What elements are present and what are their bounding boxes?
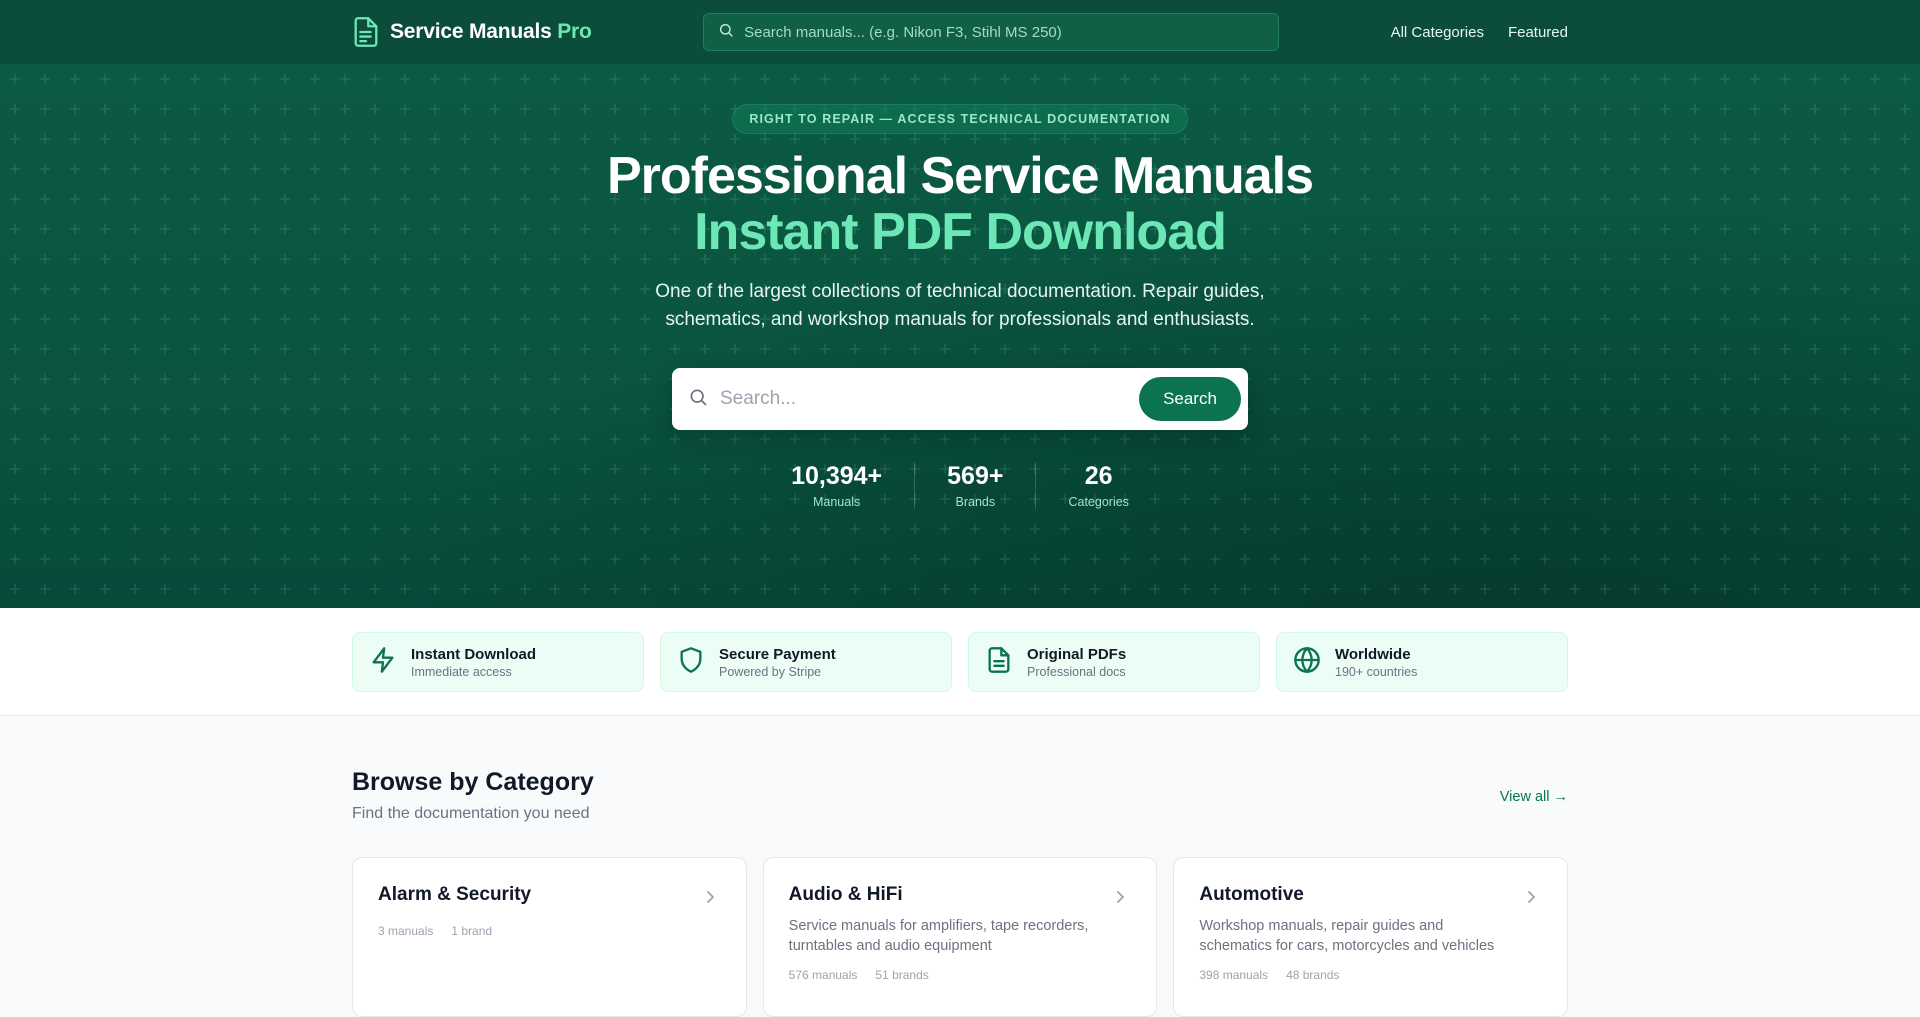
stat-manuals: 10,394+ Manuals	[759, 462, 914, 509]
globe-icon	[1293, 646, 1321, 679]
category-card-automotive[interactable]: Automotive Workshop manuals, repair guid…	[1173, 857, 1569, 1017]
search-button[interactable]: Search	[1139, 377, 1241, 421]
stats-row: 10,394+ Manuals 569+ Brands 26 Categorie…	[759, 462, 1161, 509]
feature-title: Original PDFs	[1027, 645, 1127, 663]
nav-links: All Categories Featured	[1391, 24, 1568, 41]
brand-accent: Pro	[557, 20, 592, 43]
feature-subtitle: Professional docs	[1027, 664, 1126, 679]
feature-title: Secure Payment	[719, 645, 836, 663]
hero-title-accent: Instant PDF Download	[694, 203, 1227, 261]
document-icon	[985, 646, 1013, 679]
lightning-icon	[369, 646, 397, 679]
card-title: Automotive	[1199, 884, 1304, 905]
nav-link-featured[interactable]: Featured	[1508, 24, 1568, 41]
card-manual-count: 576 manuals	[788, 968, 858, 982]
chevron-right-icon	[704, 890, 716, 909]
view-all-link[interactable]: View all →	[1500, 789, 1568, 805]
feature-title: Worldwide	[1335, 645, 1411, 663]
brand-name: Service Manuals Pro	[390, 20, 592, 43]
card-meta: 3 manuals 1 brand	[378, 924, 721, 938]
hero-badge: RIGHT TO REPAIR — ACCESS TECHNICAL DOCUM…	[732, 104, 1188, 134]
search-icon	[718, 22, 734, 43]
stat-label: Categories	[1068, 495, 1129, 509]
chevron-right-icon	[1525, 890, 1537, 909]
nav-search-box[interactable]	[703, 13, 1280, 51]
stat-brands: 569+ Brands	[914, 462, 1035, 509]
feature-original-pdfs: Original PDFs Professional docs	[968, 632, 1260, 692]
card-description: Service manuals for amplifiers, tape rec…	[788, 918, 1089, 954]
stat-label: Manuals	[812, 495, 861, 509]
top-navbar: Service Manuals Pro All Categories Featu…	[0, 0, 1920, 64]
card-description: Workshop manuals, repair guides and sche…	[1199, 918, 1495, 954]
hero-section: RIGHT TO REPAIR — ACCESS TECHNICAL DOCUM…	[0, 64, 1920, 608]
feature-subtitle: Immediate access	[411, 664, 512, 679]
feature-instant-download: Instant Download Immediate access	[352, 632, 644, 692]
browse-subtitle: Find the documentation you need	[352, 805, 590, 822]
hero-search-box[interactable]: Search	[672, 368, 1248, 430]
card-meta: 398 manuals 48 brands	[1199, 968, 1542, 982]
browse-section: Browse by Category Find the documentatio…	[352, 716, 1569, 1017]
document-icon	[352, 16, 380, 48]
nav-search-input[interactable]	[744, 23, 1265, 41]
features-strip: Instant Download Immediate access Secure…	[0, 608, 1920, 716]
category-cards: Alarm & Security 3 manuals 1 brand Audio…	[352, 857, 1569, 1017]
feature-subtitle: 190+ countries	[1335, 664, 1418, 679]
feature-subtitle: Powered by Stripe	[719, 664, 822, 679]
stat-value: 26	[1084, 462, 1113, 490]
brand-logo[interactable]: Service Manuals Pro	[352, 16, 592, 48]
stat-value: 10,394+	[791, 462, 883, 490]
hero-subtitle: One of the largest collections of techni…	[655, 281, 1265, 330]
stat-value: 569+	[947, 462, 1004, 490]
card-brand-count: 48 brands	[1286, 968, 1340, 982]
feature-secure-payment: Secure Payment Powered by Stripe	[660, 632, 952, 692]
card-meta: 576 manuals 51 brands	[789, 968, 1132, 982]
card-manual-count: 398 manuals	[1199, 968, 1269, 982]
hero-search-input[interactable]	[720, 388, 1139, 410]
card-brand-count: 1 brand	[451, 924, 493, 938]
shield-icon	[677, 646, 705, 679]
hero-title: Professional Service Manuals	[606, 147, 1314, 205]
category-card-alarm-security[interactable]: Alarm & Security 3 manuals 1 brand	[352, 857, 747, 1017]
browse-title: Browse by Category	[352, 768, 594, 796]
stat-categories: 26 Categories	[1035, 462, 1160, 509]
search-icon	[688, 387, 708, 412]
feature-title: Instant Download	[411, 645, 536, 663]
card-title: Audio & HiFi	[788, 884, 903, 905]
card-manual-count: 3 manuals	[378, 924, 434, 938]
feature-worldwide: Worldwide 190+ countries	[1276, 632, 1568, 692]
chevron-right-icon	[1114, 890, 1126, 909]
nav-link-all-categories[interactable]: All Categories	[1391, 24, 1484, 41]
stat-label: Brands	[955, 495, 996, 509]
card-brand-count: 51 brands	[875, 968, 929, 982]
category-card-audio-hifi[interactable]: Audio & HiFi Service manuals for amplifi…	[762, 857, 1158, 1017]
card-title: Alarm & Security	[378, 884, 532, 905]
